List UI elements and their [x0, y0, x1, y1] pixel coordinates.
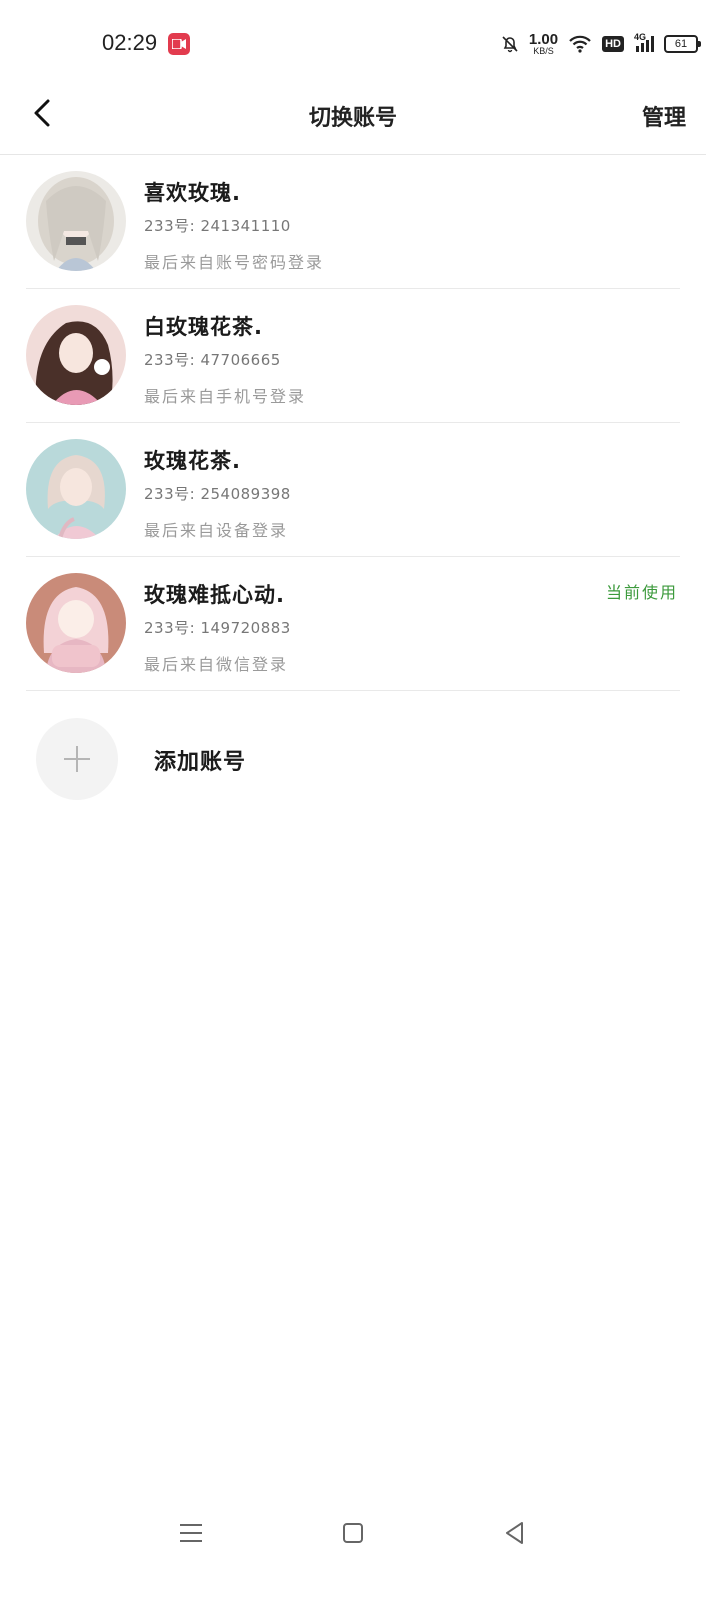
home-icon — [343, 1523, 363, 1543]
menu-icon — [180, 1524, 202, 1542]
account-login-method: 最后来自账号密码登录 — [144, 253, 325, 272]
home-button[interactable] — [338, 1518, 368, 1548]
plus-icon — [64, 746, 90, 772]
account-list: 喜欢玫瑰. 233号: 241341110 最后来自账号密码登录 白玫瑰花茶. … — [0, 155, 706, 691]
signal-icon: 4G — [634, 32, 654, 52]
status-time: 02:29 — [102, 30, 158, 55]
avatar — [26, 171, 126, 271]
signal-type: 4G — [634, 32, 647, 42]
current-status: 当前使用 — [605, 583, 678, 602]
battery-icon: 61 — [664, 35, 701, 53]
add-circle — [36, 718, 118, 800]
back-triangle-icon — [506, 1522, 523, 1544]
system-nav-bar — [0, 1500, 720, 1600]
account-row[interactable]: 玫瑰花茶. 233号: 254089398 最后来自设备登录 — [26, 423, 680, 557]
menu-button[interactable] — [176, 1518, 206, 1548]
mute-bell-icon — [502, 36, 518, 53]
add-account-label: 添加账号 — [154, 750, 247, 775]
account-uid: 233号: 47706665 — [144, 351, 281, 369]
back-nav-button[interactable] — [500, 1518, 530, 1548]
net-speed-unit: KB/S — [533, 46, 554, 56]
net-speed: 1.00 KB/S — [529, 32, 558, 56]
account-uid: 233号: 149720883 — [144, 619, 291, 637]
avatar — [26, 573, 126, 673]
account-row[interactable]: 喜欢玫瑰. 233号: 241341110 最后来自账号密码登录 — [26, 155, 680, 289]
account-name: 玫瑰难抵心动. — [144, 583, 285, 607]
page-title: 切换账号 — [308, 106, 397, 131]
battery-level: 61 — [674, 38, 688, 50]
account-uid: 233号: 254089398 — [144, 485, 291, 503]
screen-record-icon — [168, 33, 190, 55]
account-uid: 233号: 241341110 — [144, 217, 291, 235]
account-row[interactable]: 玫瑰难抵心动. 233号: 149720883 最后来自微信登录 当前使用 — [26, 557, 680, 691]
account-login-method: 最后来自手机号登录 — [144, 387, 307, 406]
account-name: 白玫瑰花茶. — [144, 315, 263, 339]
title-bar: 切换账号 管理 — [0, 88, 706, 155]
status-bar: 02:29 1.00 KB/S HD 4G 61 — [0, 0, 720, 88]
account-login-method: 最后来自微信登录 — [144, 655, 289, 674]
avatar — [26, 439, 126, 539]
add-account-button[interactable]: 添加账号 — [36, 718, 676, 800]
wifi-icon — [569, 35, 591, 53]
status-icons: 1.00 KB/S HD 4G 61 — [501, 30, 701, 58]
account-name: 玫瑰花茶. — [144, 449, 241, 473]
hd-badge: HD — [602, 36, 624, 52]
net-speed-value: 1.00 — [528, 31, 559, 48]
manage-button[interactable]: 管理 — [642, 100, 686, 132]
account-name: 喜欢玫瑰. — [144, 181, 241, 205]
account-login-method: 最后来自设备登录 — [144, 521, 289, 540]
account-row[interactable]: 白玫瑰花茶. 233号: 47706665 最后来自手机号登录 — [26, 289, 680, 423]
avatar — [26, 305, 126, 405]
